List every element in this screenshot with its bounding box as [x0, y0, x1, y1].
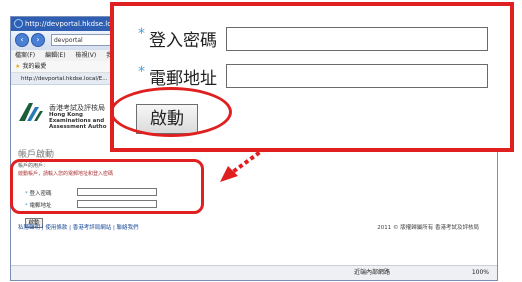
star-icon: ★ [15, 63, 21, 70]
copyright-text: 2011 © 版權歸屬所有 香港考試及評核局 [377, 225, 479, 231]
status-bar: 近端內部網路 100% [11, 265, 497, 280]
menu-file[interactable]: 檔案(F) [15, 52, 35, 59]
form-highlight-box [10, 159, 204, 214]
org-name-en-line3: Assessment Autho [49, 124, 107, 130]
hkeaa-logo-icon [19, 103, 43, 121]
required-asterisk: * [138, 26, 145, 42]
security-zone: 近端內部網路 [354, 269, 391, 276]
back-arrow-icon[interactable]: ‹ [15, 33, 29, 47]
ie-logo-icon [14, 19, 23, 28]
menu-view[interactable]: 檢視(V) [75, 52, 96, 59]
footer-links[interactable]: 私隱聲明 | 使用條款 | 香港考評局網站 | 聯絡我們 [18, 223, 139, 231]
tab-url: http://devportal.hkdse.local/E... [21, 76, 108, 82]
zoom-email-input[interactable] [226, 64, 488, 88]
zoom-email-row: * 電郵地址 [138, 64, 217, 89]
address-bar[interactable]: devportal [51, 34, 111, 46]
menu-edit[interactable]: 編輯(E) [45, 52, 65, 59]
forward-arrow-icon[interactable]: › [31, 33, 45, 47]
zoom-password-row: * 登入密碼 [138, 26, 217, 51]
zoom-level[interactable]: 100% [472, 266, 489, 280]
activate-button-ring [110, 87, 232, 137]
org-name-en: Hong Kong Examinations and Assessment Au… [49, 112, 107, 130]
zoom-password-input[interactable] [226, 27, 488, 51]
zoom-email-label: 電郵地址 [149, 69, 217, 89]
required-asterisk: * [138, 64, 145, 80]
zoom-password-label: 登入密碼 [149, 31, 217, 51]
favorites-label[interactable]: 我的最愛 [22, 63, 46, 70]
